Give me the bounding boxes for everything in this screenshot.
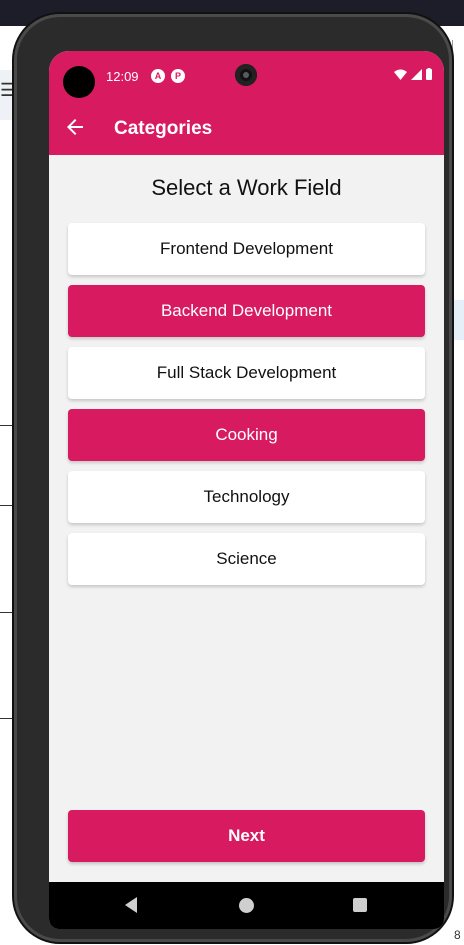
- option-label: Science: [216, 549, 277, 568]
- option-technology[interactable]: Technology: [68, 471, 425, 523]
- android-studio-icon: A: [151, 69, 165, 83]
- cell-signal-icon: [411, 68, 422, 80]
- option-label: Technology: [203, 487, 290, 506]
- nav-home-icon[interactable]: [239, 898, 254, 913]
- app-bar: Categories: [49, 103, 444, 155]
- app-screen: 12:09 A P Categories Select a Work Field…: [49, 51, 444, 929]
- option-full-stack-development[interactable]: Full Stack Development: [68, 347, 425, 399]
- desktop-corner-mark: 8: [454, 928, 461, 942]
- status-bar: 12:09 A P: [49, 51, 444, 103]
- page-title: Categories: [114, 118, 213, 139]
- status-time: 12:09: [106, 69, 139, 84]
- status-icons: [394, 68, 432, 80]
- option-frontend-development[interactable]: Frontend Development: [68, 223, 425, 275]
- option-backend-development[interactable]: Backend Development: [68, 285, 425, 337]
- system-nav-bar: [49, 882, 444, 929]
- option-cooking[interactable]: Cooking: [68, 409, 425, 461]
- app-notification-icon: P: [171, 69, 185, 83]
- section-heading: Select a Work Field: [151, 175, 342, 200]
- next-button-label: Next: [228, 826, 265, 845]
- battery-icon: [426, 68, 432, 80]
- desktop-right-highlight: [452, 300, 464, 340]
- next-button[interactable]: Next: [68, 810, 425, 862]
- option-label: Full Stack Development: [156, 363, 337, 382]
- option-label: Frontend Development: [160, 239, 333, 258]
- wifi-icon: [394, 69, 407, 80]
- option-science[interactable]: Science: [68, 533, 425, 585]
- nav-back-icon[interactable]: [123, 896, 139, 914]
- option-label: Backend Development: [160, 301, 333, 320]
- front-camera-icon: [235, 64, 257, 86]
- back-arrow-icon[interactable]: [63, 115, 87, 139]
- camera-cutout: [63, 66, 95, 98]
- option-label: Cooking: [215, 425, 278, 444]
- nav-recents-icon[interactable]: [353, 898, 367, 912]
- phone-frame: 12:09 A P Categories Select a Work Field…: [14, 14, 452, 942]
- desktop-right-panel: [452, 40, 464, 660]
